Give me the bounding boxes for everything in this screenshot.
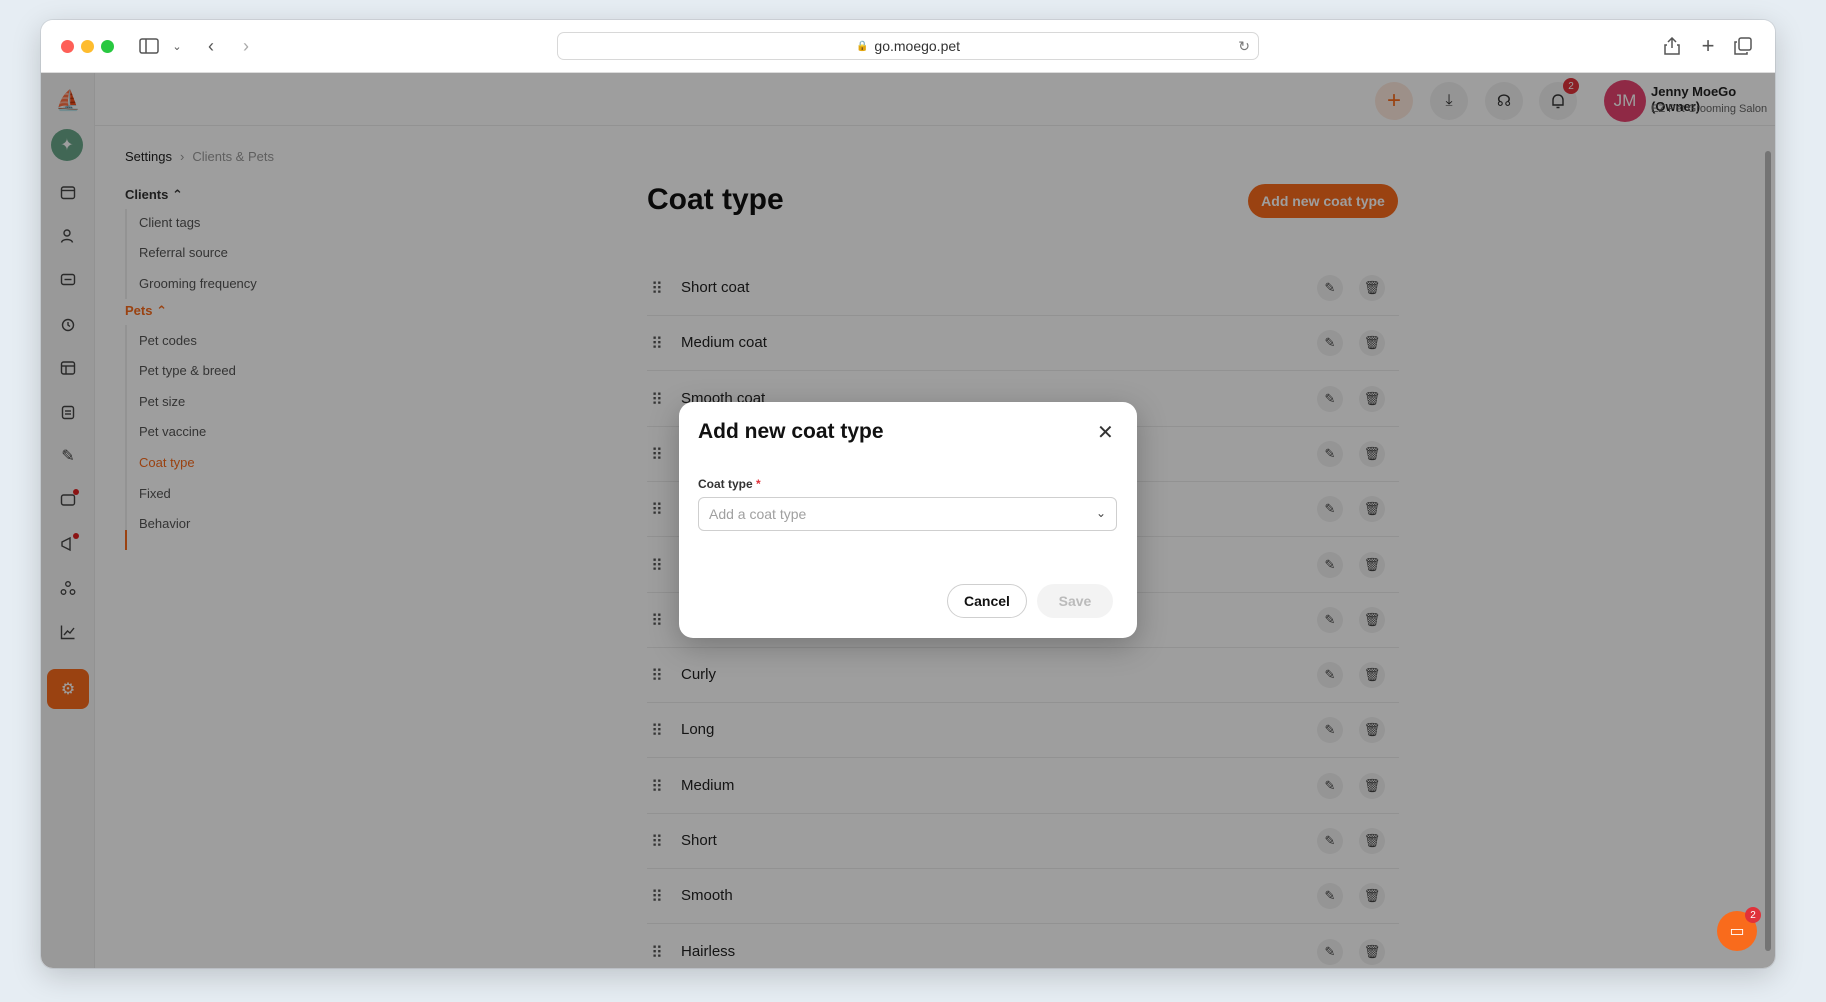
chat-badge: 2 [1745,907,1761,923]
add-coat-type-modal: Add new coat type ✕ Coat type * Add a co… [679,402,1137,638]
coat-type-select[interactable]: Add a coat type ⌄ [698,497,1117,531]
chevron-down-icon[interactable]: ⌄ [165,34,189,58]
sidebar-toggle-icon[interactable] [137,34,161,58]
browser-titlebar: ⌄ ‹ › 🔒 go.moego.pet ↻ + [41,20,1775,73]
minimize-window-button[interactable] [81,40,94,53]
save-button[interactable]: Save [1037,584,1113,618]
share-icon[interactable] [1660,34,1684,58]
close-window-button[interactable] [61,40,74,53]
chat-button[interactable]: ▭ 2 [1717,907,1761,951]
coat-type-field-label-text: Coat type [698,477,753,491]
browser-window: ⌄ ‹ › 🔒 go.moego.pet ↻ + ⛵ ✦ ✎ ⚙ + ⤓ ☊ 2… [41,20,1775,968]
modal-title: Add new coat type [698,420,884,443]
maximize-window-button[interactable] [101,40,114,53]
back-icon[interactable]: ‹ [199,34,223,58]
chat-icon: ▭ [1729,923,1745,940]
coat-type-placeholder: Add a coat type [709,506,807,522]
reload-icon[interactable]: ↻ [1238,38,1250,55]
close-icon[interactable]: ✕ [1097,420,1114,445]
url-text: go.moego.pet [874,38,961,54]
lock-icon: 🔒 [855,40,869,52]
cancel-button[interactable]: Cancel [947,584,1027,618]
new-tab-icon[interactable]: + [1696,33,1720,58]
required-mark: * [756,477,761,491]
forward-icon[interactable]: › [234,34,258,58]
tabs-overview-icon[interactable] [1731,34,1755,58]
coat-type-field-label: Coat type * [698,477,761,491]
url-bar[interactable]: 🔒 go.moego.pet ↻ [557,32,1259,60]
app-root: ⛵ ✦ ✎ ⚙ + ⤓ ☊ 2 JM Jenny MoeGo (Owner) E… [41,73,1775,968]
chevron-down-icon: ⌄ [1095,506,1106,520]
